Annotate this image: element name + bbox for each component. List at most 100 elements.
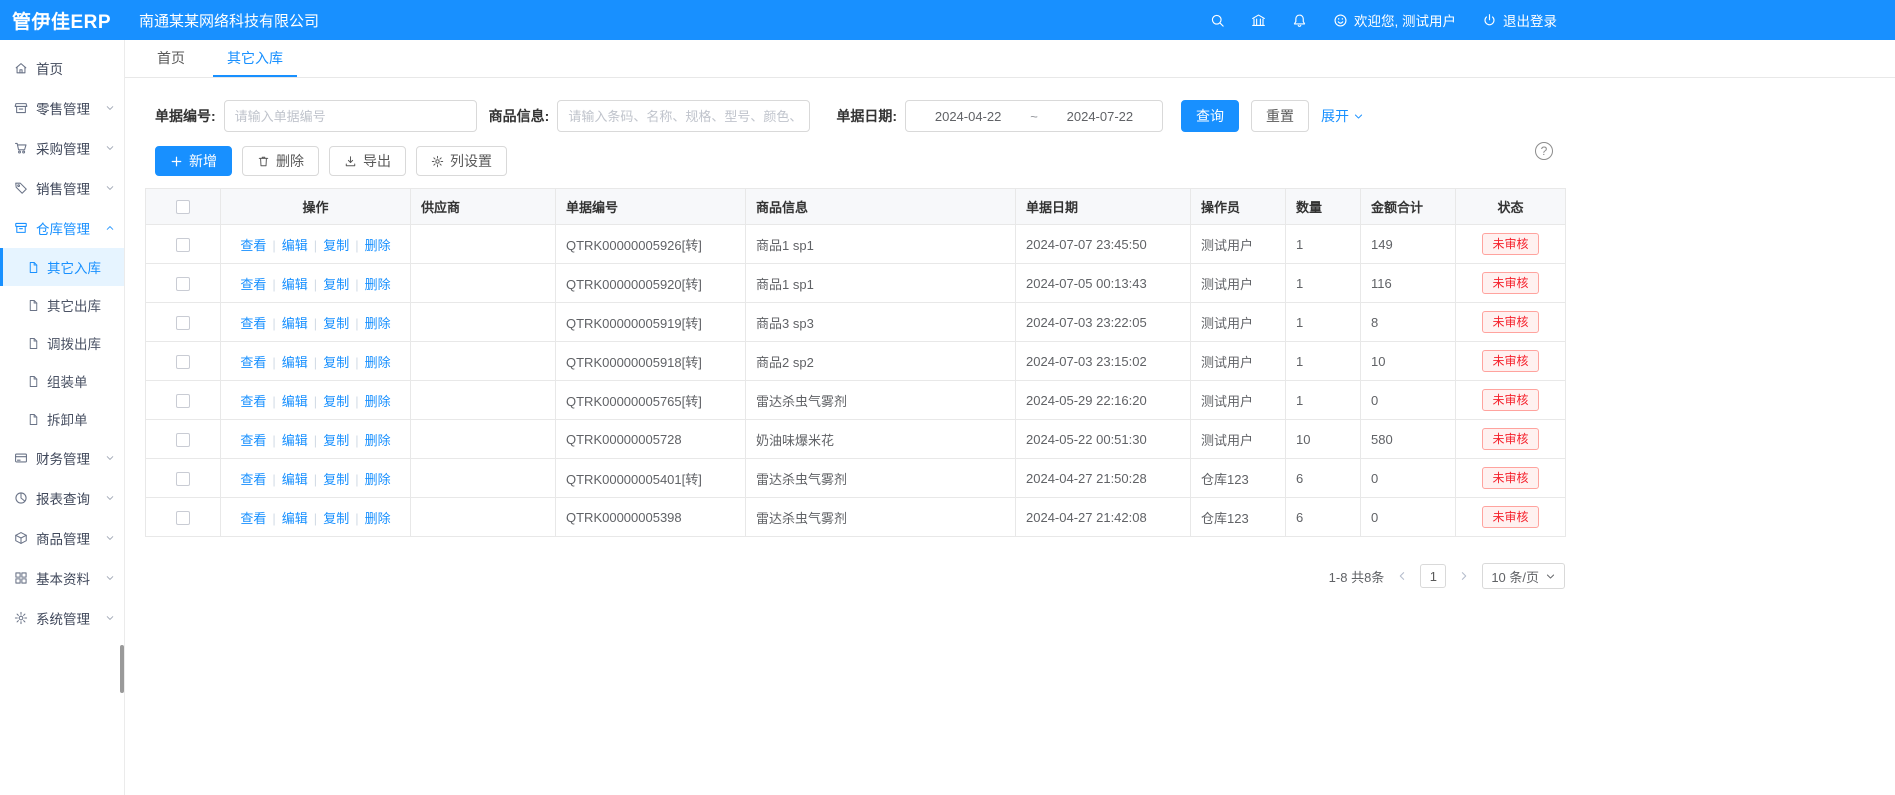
date-range-picker[interactable]: 2024-04-22 ~ 2024-07-22 <box>905 100 1163 132</box>
add-button[interactable]: 新增 <box>155 146 232 176</box>
row-action-delete[interactable]: 删除 <box>365 277 391 292</box>
row-action-view[interactable]: 查看 <box>240 355 266 370</box>
cell-supplier <box>411 459 556 498</box>
sidebar-scrollbar-thumb[interactable] <box>120 645 124 693</box>
action-divider: | <box>355 472 358 487</box>
row-checkbox[interactable] <box>176 433 190 447</box>
row-action-delete[interactable]: 删除 <box>365 355 391 370</box>
sidebar-item[interactable]: 报表查询 <box>0 478 124 518</box>
cell-goods: 雷达杀虫气雾剂 <box>746 459 1016 498</box>
tab-其它入库[interactable]: 其它入库 <box>213 40 297 77</box>
row-action-view[interactable]: 查看 <box>240 394 266 409</box>
row-action-delete[interactable]: 删除 <box>365 433 391 448</box>
sidebar-item[interactable]: 采购管理 <box>0 128 124 168</box>
cell-qty: 1 <box>1286 381 1361 420</box>
row-action-delete[interactable]: 删除 <box>365 472 391 487</box>
sidebar-item[interactable]: 商品管理 <box>0 518 124 558</box>
table-row: 查看|编辑|复制|删除QTRK00000005401[转]雷达杀虫气雾剂2024… <box>146 459 1566 498</box>
row-action-copy[interactable]: 复制 <box>323 472 349 487</box>
export-button[interactable]: 导出 <box>329 146 406 176</box>
sidebar-item[interactable]: 基本资料 <box>0 558 124 598</box>
cell-actions: 查看|编辑|复制|删除 <box>221 420 411 459</box>
sidebar-item[interactable]: 零售管理 <box>0 88 124 128</box>
row-action-view[interactable]: 查看 <box>240 511 266 526</box>
row-action-delete[interactable]: 删除 <box>365 316 391 331</box>
delete-button[interactable]: 删除 <box>242 146 319 176</box>
row-action-copy[interactable]: 复制 <box>323 238 349 253</box>
help-icon[interactable]: ? <box>1535 142 1553 160</box>
row-action-edit[interactable]: 编辑 <box>282 433 308 448</box>
row-checkbox[interactable] <box>176 394 190 408</box>
row-action-edit[interactable]: 编辑 <box>282 316 308 331</box>
action-divider: | <box>355 355 358 370</box>
row-action-view[interactable]: 查看 <box>240 472 266 487</box>
sidebar-item[interactable]: 系统管理 <box>0 598 124 638</box>
current-page-button[interactable]: 1 <box>1420 564 1446 588</box>
row-action-delete[interactable]: 删除 <box>365 511 391 526</box>
row-action-copy[interactable]: 复制 <box>323 355 349 370</box>
goods-icon <box>14 531 28 545</box>
cell-supplier <box>411 225 556 264</box>
row-checkbox[interactable] <box>176 355 190 369</box>
row-action-view[interactable]: 查看 <box>240 316 266 331</box>
row-action-delete[interactable]: 删除 <box>365 238 391 253</box>
pagination-total: 1-8 共8条 <box>1329 567 1385 586</box>
status-badge: 未审核 <box>1482 311 1538 333</box>
logout-button[interactable]: 退出登录 <box>1482 10 1557 30</box>
sidebar-subitem-label: 拆卸单 <box>47 409 88 429</box>
row-action-view[interactable]: 查看 <box>240 277 266 292</box>
row-action-edit[interactable]: 编辑 <box>282 277 308 292</box>
search-icon[interactable] <box>1210 13 1225 28</box>
prev-page-button[interactable] <box>1396 570 1408 582</box>
column-settings-button[interactable]: 列设置 <box>416 146 507 176</box>
column-header: 数量 <box>1286 189 1361 225</box>
row-action-copy[interactable]: 复制 <box>323 277 349 292</box>
row-action-copy[interactable]: 复制 <box>323 316 349 331</box>
cell-supplier <box>411 342 556 381</box>
row-checkbox[interactable] <box>176 511 190 525</box>
row-action-delete[interactable]: 删除 <box>365 394 391 409</box>
sidebar-subitem[interactable]: 拆卸单 <box>0 400 124 438</box>
sidebar-subitem[interactable]: 其它出库 <box>0 286 124 324</box>
tab-首页[interactable]: 首页 <box>143 40 199 77</box>
row-checkbox[interactable] <box>176 277 190 291</box>
welcome-user[interactable]: 欢迎您, 测试用户 <box>1333 10 1456 30</box>
page-size-select[interactable]: 10 条/页 <box>1482 563 1565 589</box>
sidebar-subitem[interactable]: 组装单 <box>0 362 124 400</box>
search-button[interactable]: 查询 <box>1181 100 1239 132</box>
action-divider: | <box>272 511 275 526</box>
row-action-edit[interactable]: 编辑 <box>282 355 308 370</box>
row-checkbox[interactable] <box>176 238 190 252</box>
row-action-edit[interactable]: 编辑 <box>282 238 308 253</box>
goods-info-input[interactable] <box>557 100 810 132</box>
row-action-copy[interactable]: 复制 <box>323 394 349 409</box>
row-action-edit[interactable]: 编辑 <box>282 511 308 526</box>
row-action-copy[interactable]: 复制 <box>323 433 349 448</box>
expand-link[interactable]: 展开 <box>1321 106 1364 126</box>
sidebar-item[interactable]: 首页 <box>0 48 124 88</box>
table-row: 查看|编辑|复制|删除QTRK00000005765[转]雷达杀虫气雾剂2024… <box>146 381 1566 420</box>
sidebar-item[interactable]: 仓库管理 <box>0 208 124 248</box>
row-action-view[interactable]: 查看 <box>240 238 266 253</box>
sidebar-subitem[interactable]: 其它入库 <box>0 248 124 286</box>
bell-icon[interactable] <box>1292 13 1307 28</box>
chevron-down-icon <box>105 573 115 583</box>
row-action-edit[interactable]: 编辑 <box>282 472 308 487</box>
main-content: 首页其它入库 单据编号: 商品信息: 单据日期: 2024-04-22 ~ 20… <box>125 40 1565 589</box>
row-checkbox[interactable] <box>176 472 190 486</box>
reset-button[interactable]: 重置 <box>1251 100 1309 132</box>
sidebar-subitem[interactable]: 调拨出库 <box>0 324 124 362</box>
sidebar-item[interactable]: 销售管理 <box>0 168 124 208</box>
sidebar-item[interactable]: 财务管理 <box>0 438 124 478</box>
column-header: 状态 <box>1456 189 1566 225</box>
next-page-button[interactable] <box>1458 570 1470 582</box>
row-action-view[interactable]: 查看 <box>240 433 266 448</box>
row-action-edit[interactable]: 编辑 <box>282 394 308 409</box>
header-actions: 欢迎您, 测试用户 退出登录 <box>1210 0 1557 40</box>
building-icon[interactable] <box>1251 13 1266 28</box>
cell-supplier <box>411 264 556 303</box>
row-action-copy[interactable]: 复制 <box>323 511 349 526</box>
select-all-checkbox[interactable] <box>176 200 190 214</box>
row-checkbox[interactable] <box>176 316 190 330</box>
bill-no-input[interactable] <box>224 100 477 132</box>
